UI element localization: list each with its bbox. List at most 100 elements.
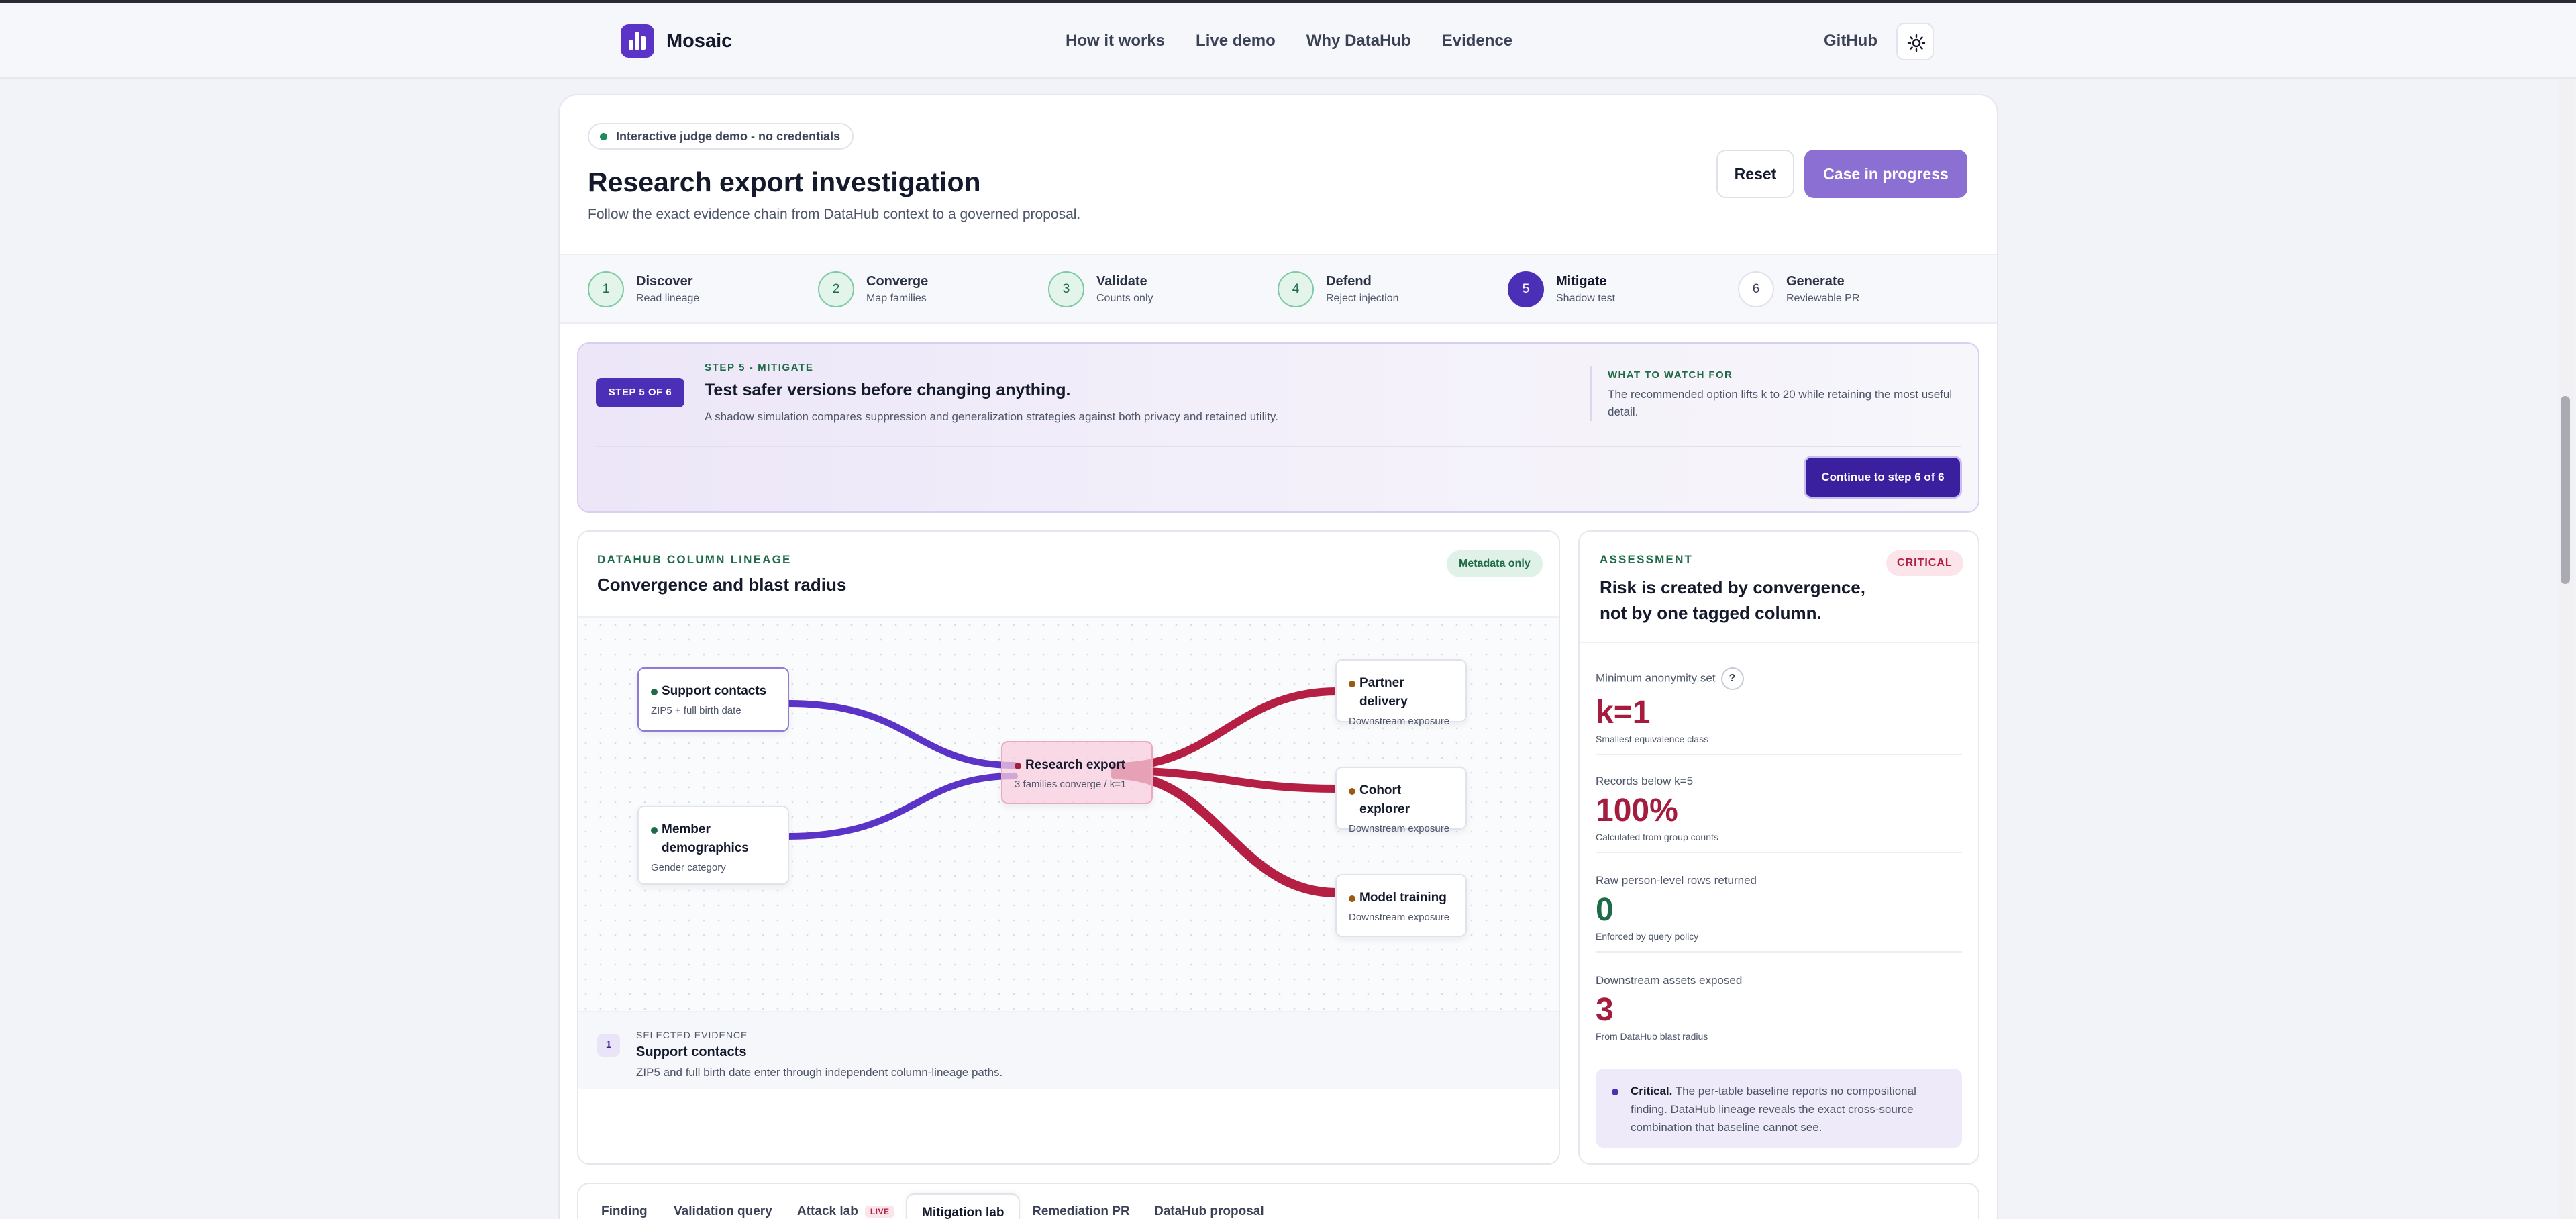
- tab-finding[interactable]: Finding: [601, 1204, 648, 1219]
- evidence-number: 1: [597, 1034, 620, 1057]
- step-sublabel: Map families: [866, 293, 927, 304]
- page-title: Research export investigation: [588, 166, 981, 197]
- metric-min-anonymity: Minimum anonymity set? k=1 Smallest equi…: [1596, 667, 1962, 755]
- metric-sub: From DataHub blast radius: [1596, 1031, 1708, 1042]
- lineage-node-research-export[interactable]: Research export 3 families converge / k=…: [1001, 741, 1153, 804]
- tab-attack-lab[interactable]: Attack lab LIVE: [797, 1204, 895, 1219]
- demo-status-badge: Interactive judge demo - no credentials: [588, 123, 854, 150]
- metric-label: Raw person-level rows returned: [1596, 874, 1757, 887]
- lineage-node-member-demographics[interactable]: Member demographics Gender category: [637, 806, 789, 885]
- metric-value: k=1: [1596, 695, 1651, 730]
- reset-button[interactable]: Reset: [1716, 150, 1794, 198]
- step-number: 2: [818, 271, 854, 307]
- metric-label: Minimum anonymity set?: [1596, 667, 1962, 690]
- metric-value: 3: [1596, 992, 1614, 1028]
- page-scrollbar-track[interactable]: [2558, 81, 2574, 1219]
- help-icon[interactable]: ?: [1720, 667, 1744, 690]
- step-sublabel: Shadow test: [1556, 293, 1616, 304]
- banner-divider: [596, 446, 1961, 447]
- node-title: Member demographics: [651, 820, 776, 858]
- lineage-node-cohort-explorer[interactable]: Cohort explorer Downstream exposure: [1335, 767, 1467, 834]
- nav-link-evidence[interactable]: Evidence: [1442, 32, 1512, 50]
- selected-evidence: 1 SELECTED EVIDENCE Support contacts ZIP…: [578, 1012, 1559, 1089]
- step-progress: 1 Discover Read lineage 2 Converge Map f…: [560, 254, 1997, 324]
- mosaic-logo-icon[interactable]: [621, 24, 654, 58]
- nav-links: How it works Live demo Why DataHub Evide…: [1066, 32, 1512, 50]
- lineage-node-support-contacts[interactable]: Support contacts ZIP5 + full birth date: [637, 667, 789, 732]
- step-sublabel: Reviewable PR: [1786, 293, 1860, 304]
- node-subtitle: Gender category: [651, 862, 726, 873]
- metric-divider: [1596, 754, 1962, 755]
- metric-divider: [1596, 852, 1962, 853]
- metric-sub: Enforced by query policy: [1596, 931, 1699, 942]
- step-number: 3: [1048, 271, 1084, 307]
- tab-validation-query[interactable]: Validation query: [674, 1204, 772, 1219]
- lineage-link-member-demographics[interactable]: [784, 773, 1018, 840]
- step-label: Validate: [1096, 274, 1147, 289]
- step-label: Generate: [1786, 274, 1845, 289]
- lineage-link-support-contacts[interactable]: [784, 700, 1018, 769]
- assessment-eyebrow: ASSESSMENT: [1600, 553, 1694, 566]
- step-heading: Test safer versions before changing anyt…: [705, 381, 1071, 399]
- tab-datahub-proposal[interactable]: DataHub proposal: [1154, 1204, 1264, 1219]
- step-label: Mitigate: [1556, 274, 1607, 289]
- step-sublabel: Reject injection: [1326, 293, 1399, 304]
- live-badge: LIVE: [864, 1205, 895, 1218]
- evidence-description: ZIP5 and full birth date enter through i…: [636, 1066, 1003, 1079]
- node-subtitle: Downstream exposure: [1349, 912, 1450, 923]
- severity-badge: CRITICAL: [1886, 550, 1963, 576]
- sun-icon: [1907, 34, 1926, 52]
- evidence-title: Support contacts: [636, 1044, 747, 1059]
- metric-divider: [1596, 951, 1962, 953]
- nav-link-why-datahub[interactable]: Why DataHub: [1306, 32, 1411, 50]
- metric-sub: Smallest equivalence class: [1596, 734, 1709, 744]
- assessment-title: Risk is created by convergence, not by o…: [1600, 577, 1865, 623]
- nav-link-how-it-works[interactable]: How it works: [1066, 32, 1165, 50]
- case-in-progress-button[interactable]: Case in progress: [1804, 150, 1967, 198]
- top-navigation: Mosaic How it works Live demo Why DataHu…: [0, 3, 2576, 79]
- step-label: Converge: [866, 274, 929, 289]
- tab-remediation-pr[interactable]: Remediation PR: [1032, 1204, 1130, 1219]
- continue-step-button[interactable]: Continue to step 6 of 6: [1804, 456, 1962, 499]
- nav-link-live-demo[interactable]: Live demo: [1196, 32, 1276, 50]
- evidence-label: SELECTED EVIDENCE: [636, 1030, 748, 1040]
- node-subtitle: Downstream exposure: [1349, 716, 1450, 727]
- lineage-node-partner-delivery[interactable]: Partner delivery Downstream exposure: [1335, 659, 1467, 727]
- node-title: Support contacts: [651, 682, 776, 701]
- assessment-divider: [1580, 642, 1978, 643]
- github-link[interactable]: GitHub: [1824, 32, 1877, 50]
- step-number: 5: [1508, 271, 1544, 307]
- tab-mitigation-lab[interactable]: Mitigation lab: [906, 1193, 1021, 1219]
- lineage-node-model-training[interactable]: Model training Downstream exposure: [1335, 874, 1467, 937]
- banner-divider: [1590, 366, 1592, 421]
- node-title: Partner delivery: [1349, 674, 1453, 712]
- metadata-only-badge: Metadata only: [1447, 550, 1543, 577]
- node-subtitle: ZIP5 + full birth date: [651, 705, 741, 716]
- step-label: Discover: [636, 274, 693, 289]
- page-subtitle: Follow the exact evidence chain from Dat…: [588, 207, 1081, 222]
- brand-name[interactable]: Mosaic: [666, 30, 732, 52]
- step-number: 6: [1738, 271, 1774, 307]
- theme-toggle-button[interactable]: [1896, 23, 1934, 60]
- watch-for-text: The recommended option lifts k to 20 whi…: [1608, 388, 1953, 418]
- step-number: 4: [1278, 271, 1314, 307]
- lineage-eyebrow: DATAHUB COLUMN LINEAGE: [597, 553, 792, 566]
- step-description: A shadow simulation compares suppression…: [705, 410, 1278, 423]
- step-number: 1: [588, 271, 624, 307]
- lineage-graph[interactable]: Support contacts ZIP5 + full birth date …: [578, 616, 1559, 1012]
- result-tabs: Finding Validation query Attack lab LIVE …: [577, 1183, 1979, 1219]
- metric-downstream-assets: Downstream assets exposed 3 From DataHub…: [1596, 974, 1962, 1042]
- metric-value: 100%: [1596, 793, 1678, 828]
- watch-for-heading: WHAT TO WATCH FOR: [1608, 369, 1733, 381]
- node-title: Cohort explorer: [1349, 781, 1453, 819]
- step-eyebrow: STEP 5 - MITIGATE: [705, 362, 814, 373]
- step-sublabel: Read lineage: [636, 293, 700, 304]
- metric-records-below-k5: Records below k=5 100% Calculated from g…: [1596, 775, 1962, 853]
- node-title: Model training: [1349, 889, 1453, 908]
- node-subtitle: 3 families converge / k=1: [1015, 779, 1127, 790]
- lineage-title: Convergence and blast radius: [597, 575, 847, 595]
- node-title: Research export: [1015, 756, 1139, 775]
- metric-label: Downstream assets exposed: [1596, 974, 1743, 987]
- page-scrollbar-thumb[interactable]: [2561, 396, 2570, 584]
- step-label: Defend: [1326, 274, 1372, 289]
